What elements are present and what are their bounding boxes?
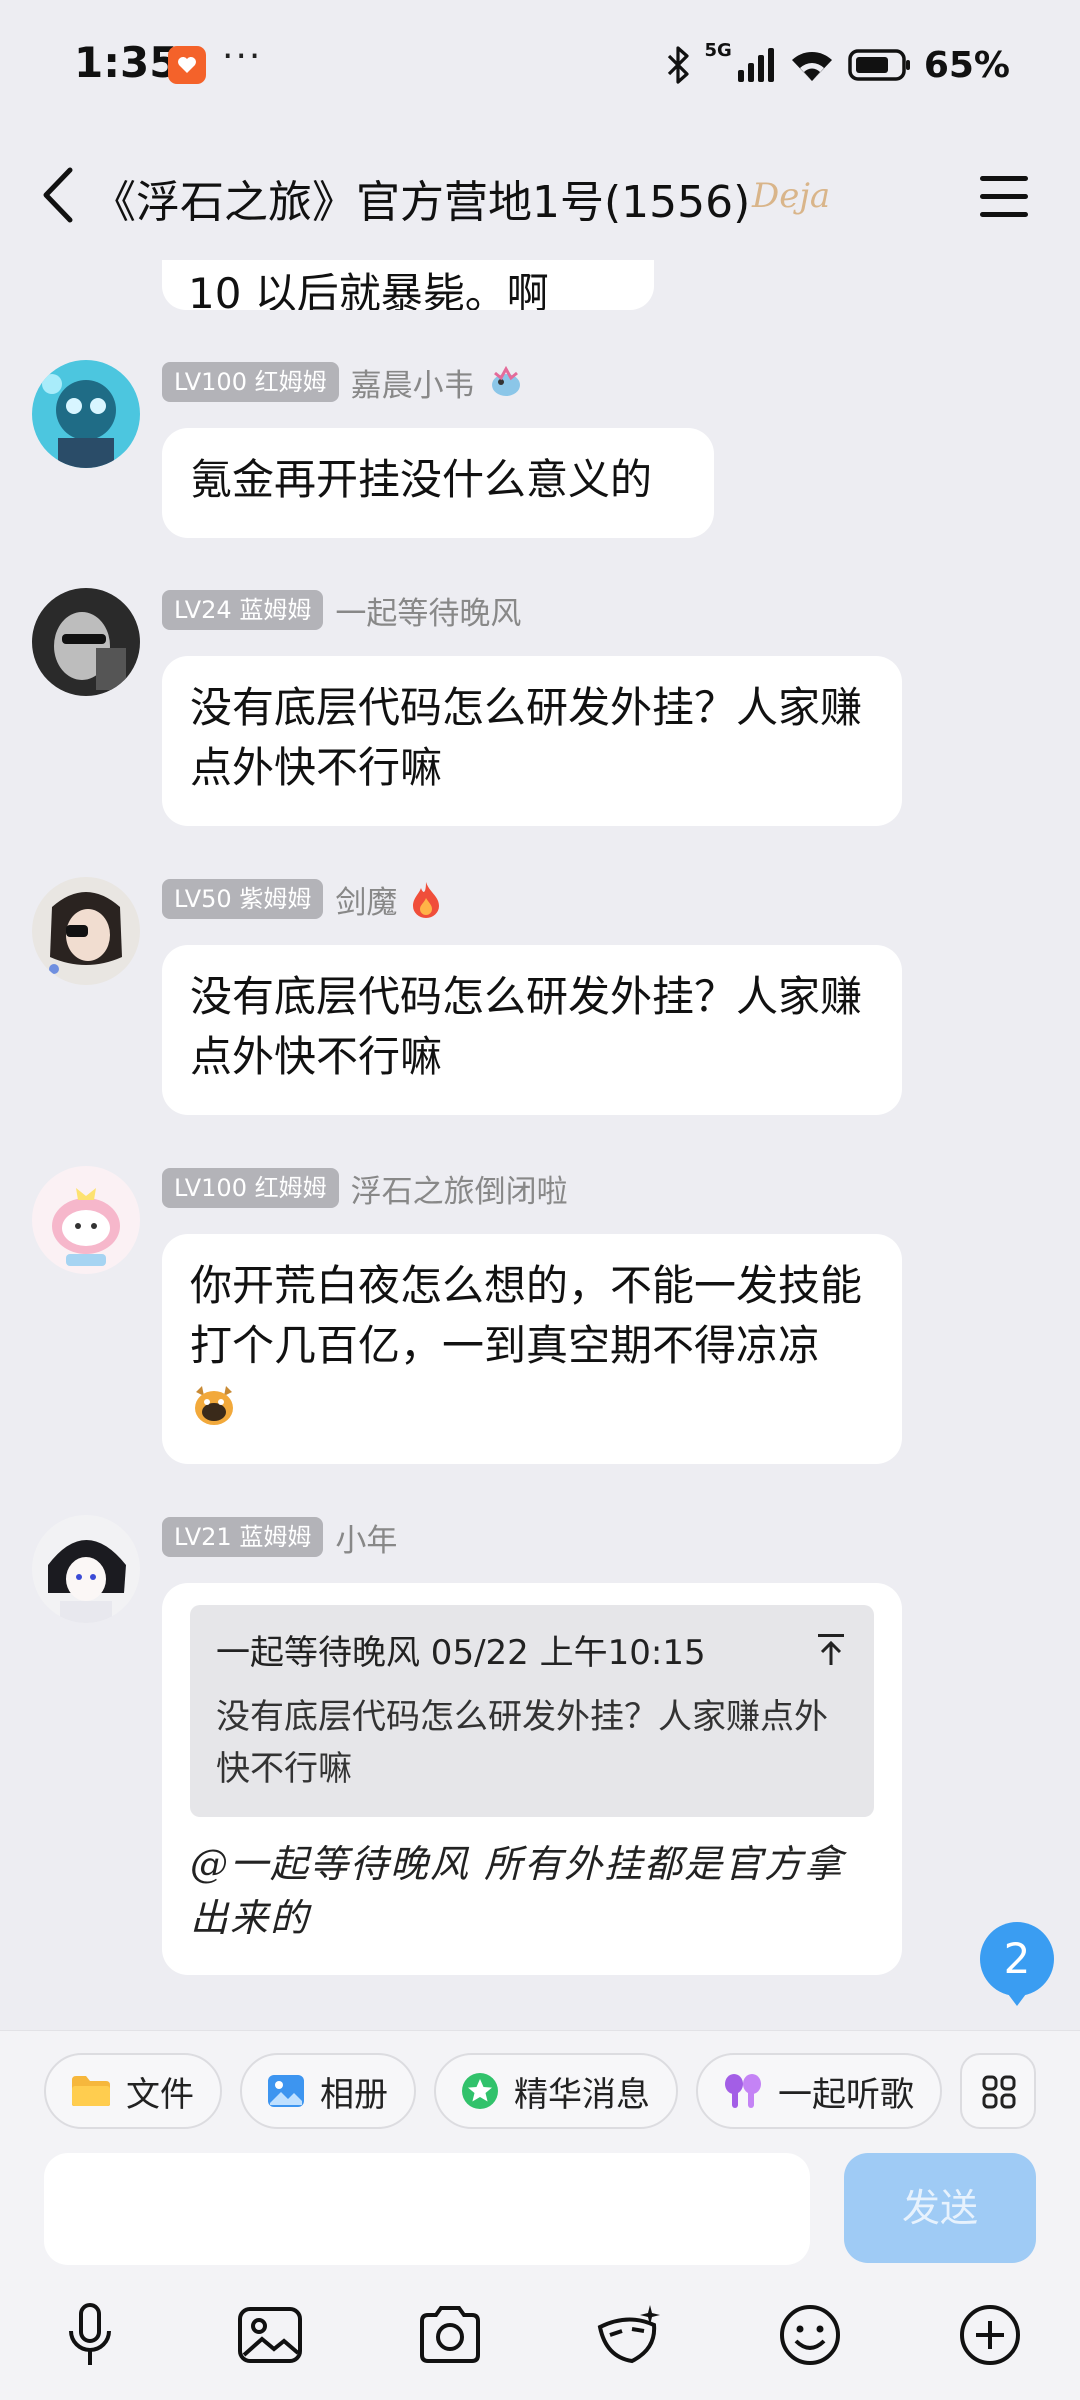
status-indicators: 5G 65% [663,40,1010,90]
message-bubble[interactable]: 没有底层代码怎么研发外挂？人家赚点外快不行嘛 [162,945,902,1115]
camera-icon[interactable] [414,2299,486,2371]
level-badge: LV50 紫姆姆 [162,879,324,919]
message-text: 氪金再开挂没什么意义的 [190,455,653,504]
jump-to-original-icon[interactable] [814,1631,848,1667]
sender-nickname[interactable]: 剑魔 [335,877,397,922]
sender-nickname[interactable]: 一起等待晚风 [335,588,521,633]
battery-percentage: 65% [923,44,1010,86]
star-icon [462,2073,498,2109]
avatar[interactable] [32,360,140,468]
level-badge: LV21 蓝姆姆 [162,1517,324,1557]
unread-count-badge[interactable]: 2 [980,1922,1054,2006]
folder-icon [72,2076,110,2106]
battery-icon [848,49,910,81]
image-icon[interactable] [234,2299,306,2371]
avatar[interactable] [32,877,140,985]
more-notifications-icon: ··· [222,36,263,77]
chip-label: 一起听歌 [778,2074,914,2115]
level-badge: LV100 红姆姆 [162,1168,339,1208]
avatar[interactable] [32,588,140,696]
group-title[interactable]: 《浮石之旅》官方营地1号(1556) [92,166,750,230]
status-bar: 1:35 ··· 5G 65% [0,0,1080,130]
avatar[interactable] [32,1166,140,1274]
message-bubble[interactable]: 没有底层代码怎么研发外挂？人家赚点外快不行嘛 [162,656,902,826]
listen-together-chip[interactable]: 一起听歌 [696,2053,942,2129]
group-tag-badge: Deja [752,176,831,216]
level-badge: LV24 蓝姆姆 [162,590,324,630]
menu-button[interactable] [970,170,1040,224]
status-time: 1:35 [74,38,179,87]
message-bubble[interactable]: 一起等待晚风 05/22 上午10:15 没有底层代码怎么研发外挂？人家赚点外快… [162,1583,902,1975]
sender-info: LV21 蓝姆姆 小年 [162,1515,397,1559]
emoji-icon[interactable] [774,2299,846,2371]
back-button[interactable] [32,162,92,228]
photo-album-icon [268,2075,304,2107]
chip-label: 精华消息 [514,2074,650,2115]
more-apps-button[interactable] [960,2053,1036,2129]
message-text: 你开荒白夜怎么想的，不能一发技能打个几百亿，一到真空期不得凉凉 [190,1261,863,1370]
message-bubble[interactable]: 氪金再开挂没什么意义的 [162,428,714,538]
flame-badge-icon [413,882,440,918]
sender-info: LV50 紫姆姆 剑魔 [162,877,443,921]
chat-message-list[interactable]: 10 以后就暴毙。啊 LV100 红姆姆 嘉晨小韦 氪金再开挂没什么意义的 LV… [0,260,1080,2030]
message-text: 没有底层代码怎么研发外挂？人家赚点外快不行嘛 [190,683,863,792]
sender-info: LV100 红姆姆 浮石之旅倒闭啦 [162,1166,568,1210]
message-input[interactable] [44,2153,810,2265]
sender-nickname[interactable]: 小年 [335,1515,397,1560]
microphone-icon[interactable] [54,2299,126,2371]
signal-icon [737,48,774,82]
back-arrow-icon [43,167,73,223]
grid-icon [982,2075,1016,2109]
sender-nickname[interactable]: 嘉晨小韦 [351,360,475,405]
sticker-icon[interactable] [592,2299,664,2371]
avatar[interactable] [32,1515,140,1623]
quoted-message[interactable]: 一起等待晚风 05/22 上午10:15 没有底层代码怎么研发外挂？人家赚点外快… [190,1605,874,1817]
input-panel: 文件 相册 精华消息 一起听歌 发送 [0,2030,1080,2400]
chip-label: 相册 [320,2074,388,2115]
send-button[interactable]: 发送 [844,2153,1036,2263]
chip-label: 文件 [126,2074,194,2115]
earbuds-icon [725,2074,761,2108]
hamburger-menu-icon [980,176,1028,217]
input-toolbar [0,2299,1080,2379]
album-chip[interactable]: 相册 [240,2053,416,2129]
cow-emoji-icon [195,1386,233,1425]
level-badge: LV100 红姆姆 [162,362,339,402]
message-text: @一起等待晚风 所有外挂都是官方拿出来的 [190,1842,845,1940]
message-bubble[interactable]: 10 以后就暴毙。啊 [162,260,654,310]
sender-nickname[interactable]: 浮石之旅倒闭啦 [351,1166,568,1211]
message-text: 没有底层代码怎么研发外挂？人家赚点外快不行嘛 [190,972,863,1081]
plus-icon[interactable] [954,2299,1026,2371]
message-bubble[interactable]: 你开荒白夜怎么想的，不能一发技能打个几百亿，一到真空期不得凉凉 [162,1234,902,1464]
network-type-label: 5G [704,40,732,61]
dragon-badge-icon [491,365,520,396]
quote-text: 没有底层代码怎么研发外挂？人家赚点外快不行嘛 [216,1697,828,1789]
essence-messages-chip[interactable]: 精华消息 [434,2053,678,2129]
sender-info: LV24 蓝姆姆 一起等待晚风 [162,588,521,632]
quick-action-bar: 文件 相册 精华消息 一起听歌 [44,2053,1044,2133]
quote-header: 一起等待晚风 05/22 上午10:15 [216,1633,706,1673]
notification-app-icon [168,46,206,84]
sender-info: LV100 红姆姆 嘉晨小韦 [162,360,525,404]
file-chip[interactable]: 文件 [44,2053,222,2129]
bluetooth-icon [667,46,689,84]
chat-header: 《浮石之旅》官方营地1号(1556) Deja [0,130,1080,260]
wifi-icon [791,52,832,81]
message-text: 10 以后就暴毙。啊 [188,269,549,310]
